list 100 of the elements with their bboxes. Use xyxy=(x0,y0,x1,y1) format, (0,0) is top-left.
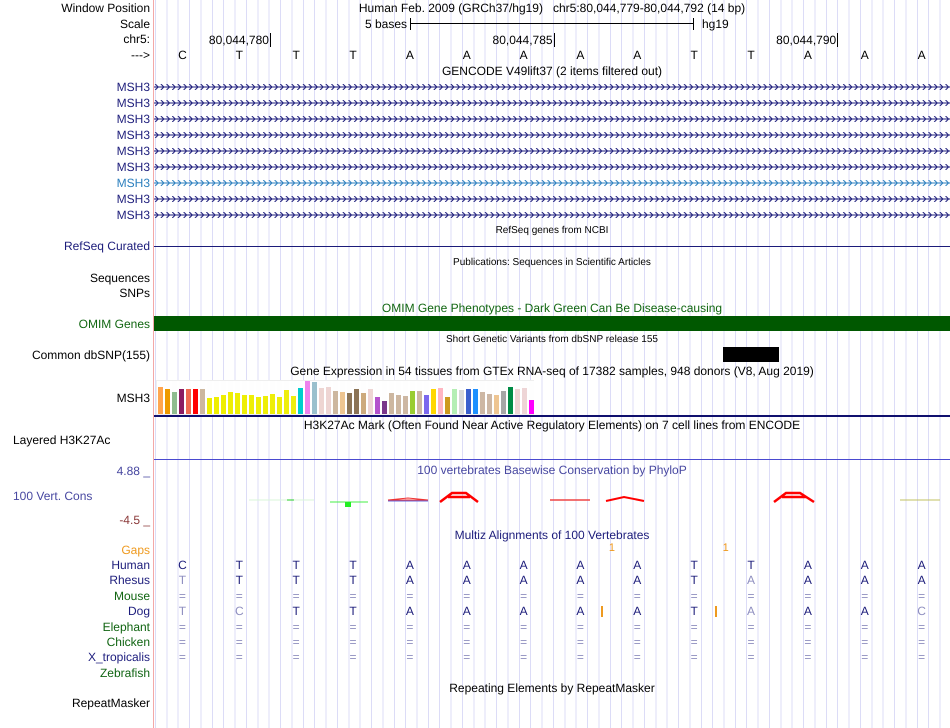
aligned-base: A xyxy=(860,573,869,588)
aligned-base: = xyxy=(861,635,868,650)
track-title: Short Genetic Variants from dbSNP release 155 xyxy=(446,334,658,344)
aligned-base: = xyxy=(576,588,584,603)
aligned-base: = xyxy=(463,650,470,664)
aligned-base: A xyxy=(520,573,528,588)
aligned-base: = xyxy=(178,588,186,603)
insertion-mark[interactable] xyxy=(600,606,603,617)
track-label: SNPs xyxy=(119,286,150,300)
aligned-base: = xyxy=(747,635,754,650)
aligned-base: A xyxy=(576,558,584,572)
aligned-base: A xyxy=(746,604,755,618)
gene-label[interactable]: MSH3 xyxy=(116,160,150,174)
aligned-base: T xyxy=(747,558,755,572)
coordinate-tick: 80,044,785 xyxy=(492,33,555,47)
aligned-base: A xyxy=(918,558,926,572)
gene-model-drawing[interactable] xyxy=(154,84,950,90)
aligned-base: = xyxy=(406,650,414,664)
gene-phenotype-bar[interactable] xyxy=(154,316,950,331)
track-label[interactable]: RepeatMasker xyxy=(72,696,150,710)
track-title: Multiz Alignments of 100 Vertebrates xyxy=(454,528,650,542)
gene-label[interactable]: MSH3 xyxy=(116,176,150,190)
expression-bar[interactable] xyxy=(347,392,352,414)
aligned-base: A xyxy=(406,604,414,618)
aligned-base: = xyxy=(178,650,186,664)
aligned-base: = xyxy=(861,588,868,603)
species-label: Mouse xyxy=(114,588,150,603)
aligned-base: T xyxy=(690,604,698,618)
track-title: Repeating Elements by RepeatMasker xyxy=(449,681,655,696)
aligned-base: = xyxy=(349,635,356,650)
insertion-mark[interactable] xyxy=(714,606,717,617)
aligned-base: = xyxy=(861,620,868,634)
gene-label[interactable]: MSH3 xyxy=(116,96,150,110)
aligned-base: = xyxy=(634,620,641,634)
base-letter: A xyxy=(462,48,471,62)
aligned-base: = xyxy=(520,620,528,634)
aligned-base: = xyxy=(463,635,470,650)
gene-label[interactable]: MSH3 xyxy=(116,391,150,405)
gene-label[interactable]: MSH3 xyxy=(116,80,150,94)
base-letter: T xyxy=(292,48,300,62)
track-title: Publications: Sequences in Scientific Articles xyxy=(453,256,651,268)
aligned-base: = xyxy=(292,635,300,650)
aligned-base: = xyxy=(292,588,300,603)
gene-model-drawing[interactable] xyxy=(154,132,950,138)
track-title: OMIM Gene Phenotypes - Dark Green Can Be Disease-causing xyxy=(382,301,722,315)
gene-model-drawing[interactable] xyxy=(154,212,950,218)
species-label: Dog xyxy=(128,604,150,618)
aligned-base: = xyxy=(349,620,356,634)
track-title: Gene Expression in 54 tissues from GTEx RNA-seq of 17382 samples, 948 donors (V8, Aug 2019) xyxy=(290,364,814,378)
gene-label[interactable]: MSH3 xyxy=(116,112,150,126)
gene-model-drawing[interactable] xyxy=(154,164,950,170)
aligned-base: A xyxy=(576,604,584,618)
variant-bar[interactable] xyxy=(722,347,780,362)
aligned-base: = xyxy=(804,620,812,634)
track-label[interactable]: RefSeq Curated xyxy=(64,239,150,253)
aligned-base: A xyxy=(918,573,926,588)
axis-max-label: 4.88 _ xyxy=(116,464,150,478)
aligned-base: T xyxy=(178,573,186,588)
gene-label[interactable]: MSH3 xyxy=(116,144,150,158)
track-label[interactable]: Common dbSNP(155) xyxy=(32,348,150,362)
base-letter: A xyxy=(804,48,812,62)
expression-bar[interactable] xyxy=(382,400,387,414)
aligned-base: A xyxy=(860,558,869,572)
aligned-base: = xyxy=(520,650,528,664)
aligned-base: T xyxy=(292,573,300,588)
aligned-base: = xyxy=(690,635,698,650)
aligned-base: = xyxy=(236,620,243,634)
aligned-base: = xyxy=(576,650,584,664)
gene-label[interactable]: MSH3 xyxy=(116,208,150,222)
aligned-base: A xyxy=(406,558,414,572)
aligned-base: A xyxy=(860,604,869,618)
track-label: Sequences xyxy=(90,270,150,284)
gene-label[interactable]: MSH3 xyxy=(116,128,150,142)
track-label[interactable]: Layered H3K27Ac xyxy=(13,433,110,447)
species-label: Elephant xyxy=(102,620,150,634)
gene-label[interactable]: MSH3 xyxy=(116,192,150,206)
track-label[interactable]: 100 Vert. Cons xyxy=(0,488,150,502)
aligned-base: A xyxy=(633,558,642,572)
gene-model-drawing[interactable] xyxy=(154,100,950,106)
aligned-base: = xyxy=(292,650,300,664)
aligned-base: C xyxy=(917,604,926,618)
aligned-base: A xyxy=(520,604,528,618)
aligned-base: A xyxy=(633,573,642,588)
species-label: Rhesus xyxy=(109,573,150,588)
aligned-base: = xyxy=(690,620,698,634)
aligned-base: = xyxy=(804,635,812,650)
expression-bar[interactable] xyxy=(529,400,534,414)
track-label[interactable]: OMIM Genes xyxy=(78,316,150,330)
base-letter: A xyxy=(918,48,926,62)
aligned-base: A xyxy=(576,573,584,588)
aligned-base: = xyxy=(747,620,754,634)
gene-model-drawing[interactable] xyxy=(154,196,950,202)
aligned-base: A xyxy=(804,604,812,618)
base-letter: T xyxy=(690,48,698,62)
gene-model-drawing[interactable] xyxy=(154,116,950,122)
species-label: Chicken xyxy=(106,635,150,650)
aligned-base: T xyxy=(690,558,698,572)
gene-model-drawing[interactable] xyxy=(154,148,950,154)
aligned-base: A xyxy=(804,558,812,572)
aligned-base: T xyxy=(236,558,243,572)
